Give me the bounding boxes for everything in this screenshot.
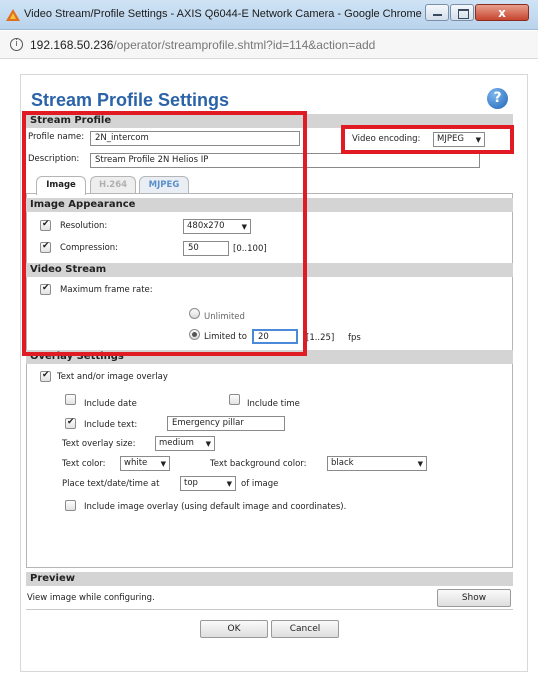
url-path: /operator/streamprofile.shtml?id=114&act… <box>113 38 376 52</box>
highlight-box-profile <box>22 111 307 356</box>
dropdown-arrow-icon: ▼ <box>160 460 166 468</box>
url-text[interactable]: 192.168.50.236/operator/streamprofile.sh… <box>30 38 375 52</box>
axis-triangle-icon <box>6 9 20 21</box>
minimize-button[interactable] <box>425 4 449 21</box>
show-button[interactable]: Show <box>437 589 511 607</box>
include-image-overlay-label: Include image overlay (using default ima… <box>84 502 347 512</box>
window-titlebar: Video Stream/Profile Settings - AXIS Q60… <box>0 0 538 30</box>
text-color-select[interactable]: white ▼ <box>120 456 170 471</box>
dropdown-arrow-icon: ▼ <box>417 460 423 468</box>
place-label: Place text/date/time at <box>62 479 160 489</box>
cancel-button[interactable]: Cancel <box>271 620 339 638</box>
text-color-label: Text color: <box>62 459 106 469</box>
text-bg-color-label: Text background color: <box>210 459 307 469</box>
address-bar[interactable]: i 192.168.50.236/operator/streamprofile.… <box>0 31 538 59</box>
close-button[interactable]: x <box>475 4 529 21</box>
include-text-label: Include text: <box>84 420 138 430</box>
dropdown-arrow-icon: ▼ <box>226 480 232 488</box>
text-color-value: white <box>124 458 148 468</box>
text-bg-color-select[interactable]: black ▼ <box>327 456 427 471</box>
place-value: top <box>184 478 198 488</box>
frame-rate-unit: fps <box>348 333 361 343</box>
text-size-select[interactable]: medium ▼ <box>155 436 215 451</box>
place-select[interactable]: top ▼ <box>180 476 236 491</box>
include-time-label: Include time <box>247 399 300 409</box>
text-size-label: Text overlay size: <box>62 439 136 449</box>
divider <box>26 609 513 610</box>
url-host: 192.168.50.236 <box>30 38 114 52</box>
highlight-box-encoding <box>341 125 514 154</box>
preview-description: View image while configuring. <box>27 593 155 603</box>
dropdown-arrow-icon: ▼ <box>205 440 211 448</box>
maximize-button[interactable] <box>450 4 474 21</box>
include-image-overlay-checkbox[interactable] <box>65 500 76 511</box>
text-size-value: medium <box>159 438 194 448</box>
window-title: Video Stream/Profile Settings - AXIS Q60… <box>24 8 422 20</box>
include-text-input[interactable]: Emergency pillar <box>167 416 285 431</box>
tab-image[interactable]: Image <box>36 176 86 195</box>
preview-heading: Preview <box>26 572 513 586</box>
place-suffix: of image <box>241 479 279 489</box>
include-date-label: Include date <box>84 399 137 409</box>
frame-rate-range: [1..25] <box>306 333 335 343</box>
help-icon[interactable]: ? <box>487 88 508 109</box>
text-image-overlay-checkbox[interactable] <box>40 370 51 382</box>
info-icon[interactable]: i <box>10 38 23 51</box>
page-title: Stream Profile Settings <box>31 90 230 110</box>
include-text-checkbox[interactable] <box>65 417 76 429</box>
ok-button[interactable]: OK <box>200 620 268 638</box>
text-image-overlay-label: Text and/or image overlay <box>57 372 168 382</box>
include-date-checkbox[interactable] <box>65 394 76 405</box>
text-bg-color-value: black <box>331 458 354 468</box>
close-icon: x <box>498 6 506 20</box>
include-time-checkbox[interactable] <box>229 394 240 405</box>
